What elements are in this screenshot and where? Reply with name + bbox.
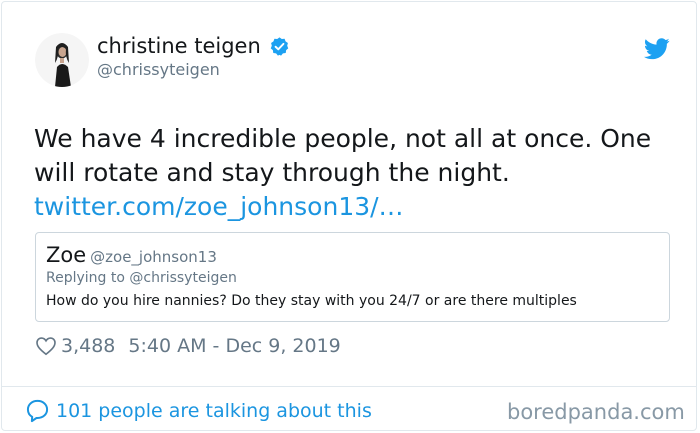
verified-badge-icon: [270, 36, 289, 56]
author-name[interactable]: christine teigen: [97, 34, 290, 58]
quoted-author-handle: @zoe_johnson13: [90, 248, 217, 266]
tweet-meta: 3,488 5:40 AM - Dec 9, 2019: [35, 335, 341, 357]
tweet-link[interactable]: twitter.com/zoe_johnson13/…: [34, 190, 674, 224]
tweet-embed-card: christine teigen @chrissyteigen We have …: [1, 1, 697, 431]
avatar-portrait-icon: [35, 33, 89, 87]
quoted-author-name: Zoe: [46, 243, 87, 267]
watermark: boredpanda.com: [507, 400, 685, 424]
tweet-body: We have 4 incredible people, not all at …: [34, 122, 674, 224]
tweet-text: We have 4 incredible people, not all at …: [34, 124, 652, 187]
tweet-timestamp[interactable]: 5:40 AM - Dec 9, 2019: [128, 335, 340, 357]
author-name-text: christine teigen: [97, 34, 261, 58]
like-count[interactable]: 3,488: [61, 335, 115, 357]
talking-link[interactable]: 101 people are talking about this: [25, 398, 372, 423]
twitter-bird-icon[interactable]: [644, 38, 670, 60]
avatar[interactable]: [35, 33, 89, 87]
talking-text: 101 people are talking about this: [56, 399, 372, 422]
speech-bubble-icon: [26, 399, 49, 423]
heart-icon[interactable]: [35, 335, 57, 357]
quoted-replying-to: Replying to @chrissyteigen: [46, 270, 237, 286]
author-handle[interactable]: @chrissyteigen: [97, 60, 220, 79]
quoted-tweet[interactable]: Zoe @zoe_johnson13 Replying to @chrissyte…: [35, 232, 670, 322]
quoted-text: How do you hire nannies? Do they stay wi…: [46, 293, 577, 309]
quoted-author: Zoe @zoe_johnson13: [46, 243, 217, 267]
footer-divider: [2, 386, 696, 387]
